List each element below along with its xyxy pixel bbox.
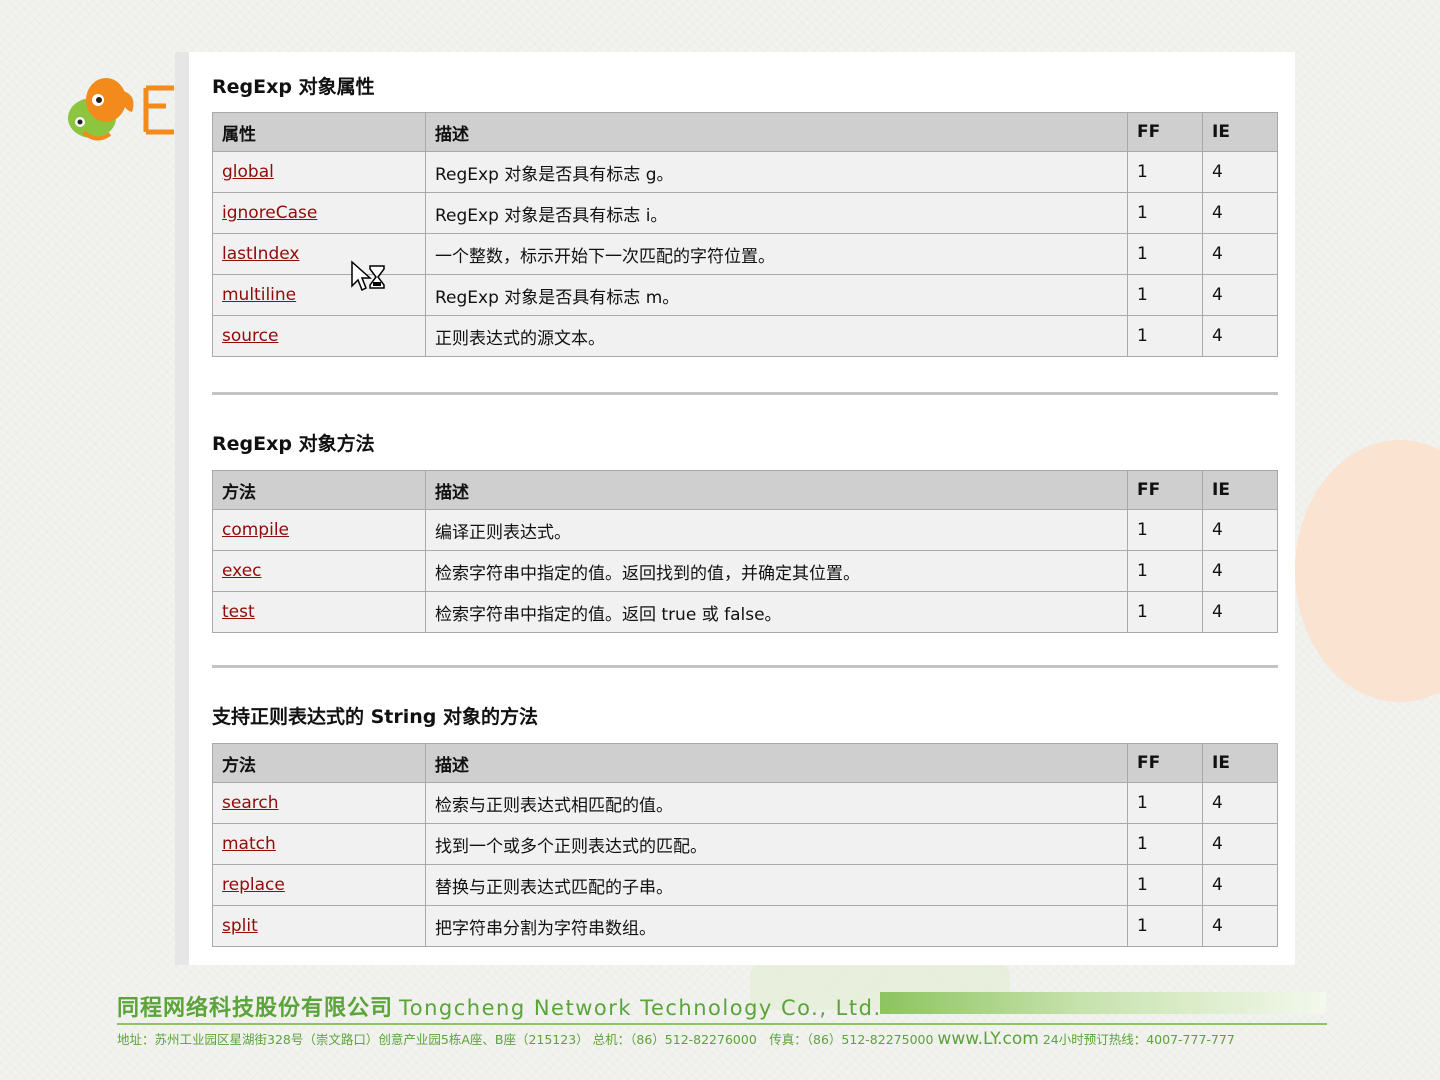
ff-cell: 1: [1127, 315, 1203, 357]
property-link-ignorecase[interactable]: ignoreCase: [222, 203, 317, 223]
method-link-exec[interactable]: exec: [222, 561, 262, 581]
description-cell: 编译正则表达式。: [425, 509, 1128, 551]
busy-cursor-icon: [351, 260, 385, 292]
section-title-properties: RegExp 对象属性: [212, 76, 375, 98]
description-cell: RegExp 对象是否具有标志 g。: [425, 151, 1128, 193]
footer-address: 地址：苏州工业园区星湖街328号（崇文路口）创意产业园5栋A座、B座（21512…: [117, 1032, 934, 1047]
ie-cell: 4: [1202, 905, 1278, 947]
ff-cell: 1: [1127, 192, 1203, 234]
description-cell: RegExp 对象是否具有标志 m。: [425, 274, 1128, 316]
method-link-compile[interactable]: compile: [222, 520, 289, 540]
column-header: IE: [1202, 743, 1278, 783]
table-header-row: 方法 描述 FF IE: [212, 470, 1278, 510]
footer-divider: [117, 1023, 1327, 1025]
description-cell: 检索字符串中指定的值。返回 true 或 false。: [425, 591, 1128, 633]
section-divider: [212, 392, 1278, 395]
property-link-source[interactable]: source: [222, 326, 278, 346]
description-cell: RegExp 对象是否具有标志 i。: [425, 192, 1128, 234]
ie-cell: 4: [1202, 782, 1278, 824]
ff-cell: 1: [1127, 509, 1203, 551]
table-row: global RegExp 对象是否具有标志 g。 1 4: [212, 151, 1278, 193]
description-cell: 把字符串分割为字符串数组。: [425, 905, 1128, 947]
ie-cell: 4: [1202, 315, 1278, 357]
ie-cell: 4: [1202, 591, 1278, 633]
table-row: ignoreCase RegExp 对象是否具有标志 i。 1 4: [212, 192, 1278, 234]
section-divider: [212, 665, 1278, 668]
ff-cell: 1: [1127, 864, 1203, 906]
properties-table: 属性 描述 FF IE global RegExp 对象是否具有标志 g。 1 …: [212, 112, 1278, 357]
content-panel: RegExp 对象属性 属性 描述 FF IE global RegExp 对象…: [189, 52, 1295, 965]
table-row: search 检索与正则表达式相匹配的值。 1 4: [212, 782, 1278, 824]
property-link-global[interactable]: global: [222, 162, 274, 182]
description-cell: 替换与正则表达式匹配的子串。: [425, 864, 1128, 906]
ie-cell: 4: [1202, 864, 1278, 906]
column-header: IE: [1202, 470, 1278, 510]
string-methods-table: 方法 描述 FF IE search 检索与正则表达式相匹配的值。 1 4 ma…: [212, 743, 1278, 947]
property-link-lastindex[interactable]: lastIndex: [222, 244, 299, 264]
table-row: replace 替换与正则表达式匹配的子串。 1 4: [212, 864, 1278, 906]
table-row: exec 检索字符串中指定的值。返回找到的值，并确定其位置。 1 4: [212, 550, 1278, 592]
column-header: 描述: [425, 112, 1128, 152]
method-link-replace[interactable]: replace: [222, 875, 285, 895]
method-link-test[interactable]: test: [222, 602, 255, 622]
ie-cell: 4: [1202, 509, 1278, 551]
section-title-string-methods: 支持正则表达式的 String 对象的方法: [212, 706, 539, 728]
method-link-split[interactable]: split: [222, 916, 258, 936]
ff-cell: 1: [1127, 782, 1203, 824]
footer-hotline: 24小时预订热线：4007-777-777: [1042, 1032, 1235, 1047]
ff-cell: 1: [1127, 591, 1203, 633]
table-header-row: 方法 描述 FF IE: [212, 743, 1278, 783]
company-name-en: Tongcheng Network Technology Co., Ltd.: [399, 996, 882, 1020]
description-cell: 一个整数，标示开始下一次匹配的字符位置。: [425, 233, 1128, 275]
fish-logo-icon: [68, 78, 174, 141]
column-header: 方法: [212, 743, 426, 783]
content-shadow: [175, 52, 189, 965]
footer-gradient-bar: [880, 992, 1326, 1014]
ie-cell: 4: [1202, 274, 1278, 316]
ie-cell: 4: [1202, 550, 1278, 592]
ie-cell: 4: [1202, 233, 1278, 275]
table-row: test 检索字符串中指定的值。返回 true 或 false。 1 4: [212, 591, 1278, 633]
column-header: 描述: [425, 743, 1128, 783]
ff-cell: 1: [1127, 905, 1203, 947]
footer-contact-info: 地址：苏州工业园区星湖街328号（崇文路口）创意产业园5栋A座、B座（21512…: [117, 1029, 1235, 1049]
column-header: IE: [1202, 112, 1278, 152]
ff-cell: 1: [1127, 823, 1203, 865]
ff-cell: 1: [1127, 151, 1203, 193]
footer-company-name: 同程网络科技股份有限公司 Tongcheng Network Technology…: [117, 990, 882, 1022]
ff-cell: 1: [1127, 274, 1203, 316]
column-header: FF: [1127, 743, 1203, 783]
table-header-row: 属性 描述 FF IE: [212, 112, 1278, 152]
ie-cell: 4: [1202, 192, 1278, 234]
column-header: FF: [1127, 112, 1203, 152]
column-header: 方法: [212, 470, 426, 510]
table-row: split 把字符串分割为字符串数组。 1 4: [212, 905, 1278, 947]
column-header: 属性: [212, 112, 426, 152]
column-header: FF: [1127, 470, 1203, 510]
methods-table: 方法 描述 FF IE compile 编译正则表达式。 1 4 exec 检索…: [212, 470, 1278, 633]
ff-cell: 1: [1127, 550, 1203, 592]
section-title-methods: RegExp 对象方法: [212, 433, 375, 455]
footer-website: www.LY.com: [937, 1029, 1039, 1049]
table-row: match 找到一个或多个正则表达式的匹配。 1 4: [212, 823, 1278, 865]
method-link-search[interactable]: search: [222, 793, 278, 813]
company-name-cn: 同程网络科技股份有限公司: [117, 996, 394, 1021]
description-cell: 找到一个或多个正则表达式的匹配。: [425, 823, 1128, 865]
column-header: 描述: [425, 470, 1128, 510]
table-row: source 正则表达式的源文本。 1 4: [212, 315, 1278, 357]
description-cell: 检索与正则表达式相匹配的值。: [425, 782, 1128, 824]
property-link-multiline[interactable]: multiline: [222, 285, 296, 305]
ie-cell: 4: [1202, 823, 1278, 865]
table-row: compile 编译正则表达式。 1 4: [212, 509, 1278, 551]
description-cell: 正则表达式的源文本。: [425, 315, 1128, 357]
ff-cell: 1: [1127, 233, 1203, 275]
ie-cell: 4: [1202, 151, 1278, 193]
method-link-match[interactable]: match: [222, 834, 276, 854]
description-cell: 检索字符串中指定的值。返回找到的值，并确定其位置。: [425, 550, 1128, 592]
